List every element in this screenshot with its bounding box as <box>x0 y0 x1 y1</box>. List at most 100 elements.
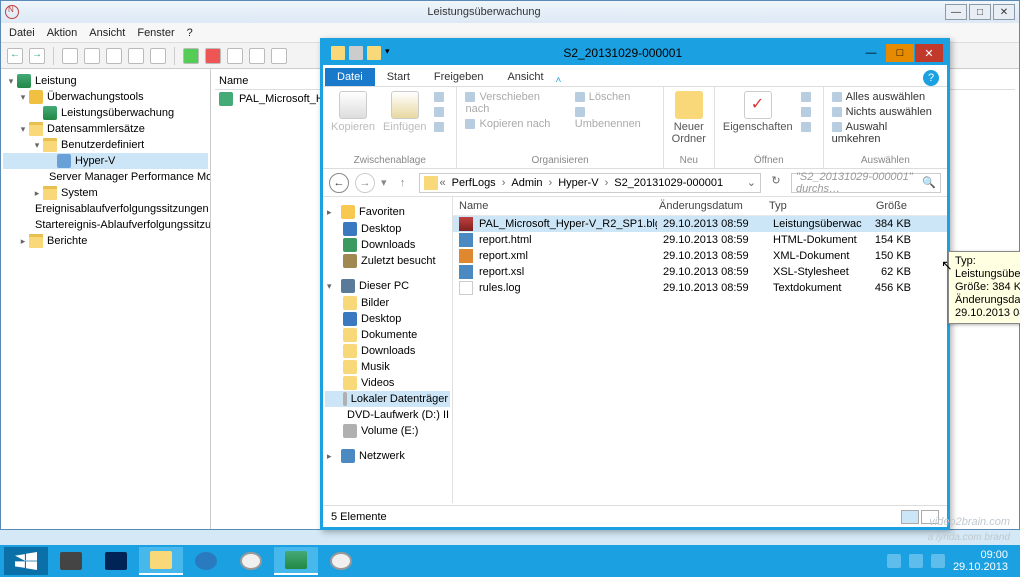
forward-button[interactable]: → <box>355 173 375 193</box>
nav-network[interactable]: ▸Netzwerk <box>325 447 450 465</box>
nav-item[interactable]: Musik <box>325 359 450 375</box>
tree-item[interactable]: ▾Datensammlersätze <box>3 121 208 137</box>
tree-item[interactable]: Server Manager Performance Monitor <box>3 169 208 185</box>
explorer-titlebar[interactable]: ▾ S2_20131029-000001 — □ ✕ <box>323 41 947 65</box>
maximize-button[interactable]: □ <box>969 4 991 20</box>
tree-item[interactable]: ▸Berichte <box>3 233 208 249</box>
help-icon[interactable]: ? <box>923 70 939 86</box>
toolbar-icon[interactable] <box>249 48 265 64</box>
select-none-button[interactable]: Nichts auswählen <box>832 106 939 118</box>
nav-item[interactable]: Volume (E:) <box>325 423 450 439</box>
nav-item-local-disk[interactable]: Lokaler Datenträger <box>325 391 450 407</box>
menu-help[interactable]: ? <box>187 27 193 39</box>
nav-item[interactable]: DVD-Laufwerk (D:) II <box>325 407 450 423</box>
tree-item[interactable]: Ereignisablaufverfolgungssitzungen <box>3 201 208 217</box>
edit-icon[interactable] <box>801 106 815 118</box>
tree-item[interactable]: Startereignis-Ablaufverfolgungssitzungen <box>3 217 208 233</box>
breadcrumb-seg[interactable]: PerfLogs <box>448 177 500 189</box>
breadcrumb-seg[interactable]: Hyper-V <box>554 177 602 189</box>
menu-file[interactable]: Datei <box>9 27 35 39</box>
copy-to-button[interactable]: Kopieren nach <box>465 118 566 130</box>
tab-freigeben[interactable]: Freigeben <box>422 68 496 86</box>
minimize-button[interactable]: — <box>945 4 967 20</box>
refresh-button[interactable]: ↻ <box>767 174 785 192</box>
tree-panel[interactable]: ▾ Leistung ▾ÜberwachungstoolsLeistungsüb… <box>1 69 211 529</box>
file-row[interactable]: report.html29.10.2013 08:59HTML-Dokument… <box>453 232 947 248</box>
newfolder-icon[interactable] <box>367 46 381 60</box>
tree-item[interactable]: ▸System <box>3 185 208 201</box>
toolbar-icon[interactable] <box>84 48 100 64</box>
folder-icon[interactable] <box>331 46 345 60</box>
copypath-icon[interactable] <box>434 106 448 118</box>
menu-view[interactable]: Ansicht <box>89 27 125 39</box>
menu-window[interactable]: Fenster <box>137 27 174 39</box>
column-type[interactable]: Typ <box>763 197 858 215</box>
search-input[interactable]: "S2_20131029-000001" durchs… 🔍 <box>791 173 941 193</box>
clock[interactable]: 09:00 29.10.2013 <box>953 549 1008 573</box>
nav-item[interactable]: Desktop <box>325 221 450 237</box>
maximize-button[interactable]: □ <box>886 44 914 62</box>
play-icon[interactable] <box>183 48 199 64</box>
properties-button[interactable]: ✓Eigenschaften <box>723 91 793 133</box>
invert-selection-button[interactable]: Auswahl umkehren <box>832 121 939 145</box>
stop-icon[interactable] <box>205 48 221 64</box>
tree-item[interactable]: Hyper-V <box>3 153 208 169</box>
navigation-pane[interactable]: ▸Favoriten Desktop Downloads Zuletzt bes… <box>323 197 453 503</box>
delete-button[interactable]: Löschen <box>575 91 655 103</box>
start-button[interactable] <box>4 547 48 575</box>
up-button[interactable]: ↑ <box>393 173 413 193</box>
taskbar-item-explorer[interactable] <box>139 547 183 575</box>
toolbar-icon[interactable] <box>128 48 144 64</box>
nav-item[interactable]: Desktop <box>325 311 450 327</box>
menu-action[interactable]: Aktion <box>47 27 78 39</box>
newfolder-button[interactable]: Neuer Ordner <box>672 91 706 145</box>
file-row[interactable]: PAL_Microsoft_Hyper-V_R2_SP1.blg29.10.20… <box>453 216 947 232</box>
tree-item[interactable]: ▾Überwachungstools <box>3 89 208 105</box>
breadcrumb-seg[interactable]: S2_20131029-000001 <box>610 177 727 189</box>
paste-button[interactable]: Einfügen <box>383 91 426 133</box>
back-button[interactable]: ← <box>329 173 349 193</box>
nav-item[interactable]: Downloads <box>325 343 450 359</box>
tree-root[interactable]: ▾ Leistung <box>3 73 208 89</box>
nav-this-pc[interactable]: ▾Dieser PC <box>325 277 450 295</box>
tray-icon[interactable] <box>887 554 901 568</box>
props-icon[interactable] <box>349 46 363 60</box>
nav-item[interactable]: Dokumente <box>325 327 450 343</box>
toolbar-icon[interactable] <box>227 48 243 64</box>
file-row[interactable]: report.xsl29.10.2013 08:59XSL-Stylesheet… <box>453 264 947 280</box>
cut-icon[interactable] <box>434 91 448 103</box>
nav-favorites[interactable]: ▸Favoriten <box>325 203 450 221</box>
select-all-button[interactable]: Alles auswählen <box>832 91 939 103</box>
file-list-header[interactable]: Name Änderungsdatum Typ Größe <box>453 197 947 216</box>
back-icon[interactable] <box>7 48 23 64</box>
toolbar-icon[interactable] <box>150 48 166 64</box>
taskbar-item[interactable] <box>184 547 228 575</box>
perfmon-titlebar[interactable]: Leistungsüberwachung — □ ✕ <box>1 1 1019 23</box>
tab-datei[interactable]: Datei <box>325 68 375 86</box>
forward-icon[interactable] <box>29 48 45 64</box>
ribbon-collapse-icon[interactable]: ˄ <box>556 75 562 86</box>
minimize-button[interactable]: — <box>857 44 885 62</box>
taskbar[interactable]: 09:00 29.10.2013 <box>0 545 1020 577</box>
breadcrumb[interactable]: « PerfLogs› Admin› Hyper-V› S2_20131029-… <box>419 173 761 193</box>
taskbar-item[interactable] <box>94 547 138 575</box>
toolbar-icon[interactable] <box>62 48 78 64</box>
close-button[interactable]: ✕ <box>993 4 1015 20</box>
tray-icon[interactable] <box>931 554 945 568</box>
move-to-button[interactable]: Verschieben nach <box>465 91 566 115</box>
breadcrumb-seg[interactable]: Admin <box>507 177 546 189</box>
tray-icon[interactable] <box>909 554 923 568</box>
tree-item[interactable]: Leistungsüberwachung <box>3 105 208 121</box>
tab-start[interactable]: Start <box>375 68 422 86</box>
tab-ansicht[interactable]: Ansicht <box>495 68 555 86</box>
open-icon[interactable] <box>801 91 815 103</box>
column-name[interactable]: Name <box>453 197 653 215</box>
system-tray[interactable]: 09:00 29.10.2013 <box>887 549 1016 573</box>
history-dropdown-icon[interactable]: ▾ <box>381 176 387 189</box>
toolbar-icon[interactable] <box>271 48 287 64</box>
taskbar-item[interactable] <box>229 547 273 575</box>
file-row[interactable]: rules.log29.10.2013 08:59Textdokument456… <box>453 280 947 296</box>
nav-item[interactable]: Bilder <box>325 295 450 311</box>
close-button[interactable]: ✕ <box>915 44 943 62</box>
tree-item[interactable]: ▾Benutzerdefiniert <box>3 137 208 153</box>
